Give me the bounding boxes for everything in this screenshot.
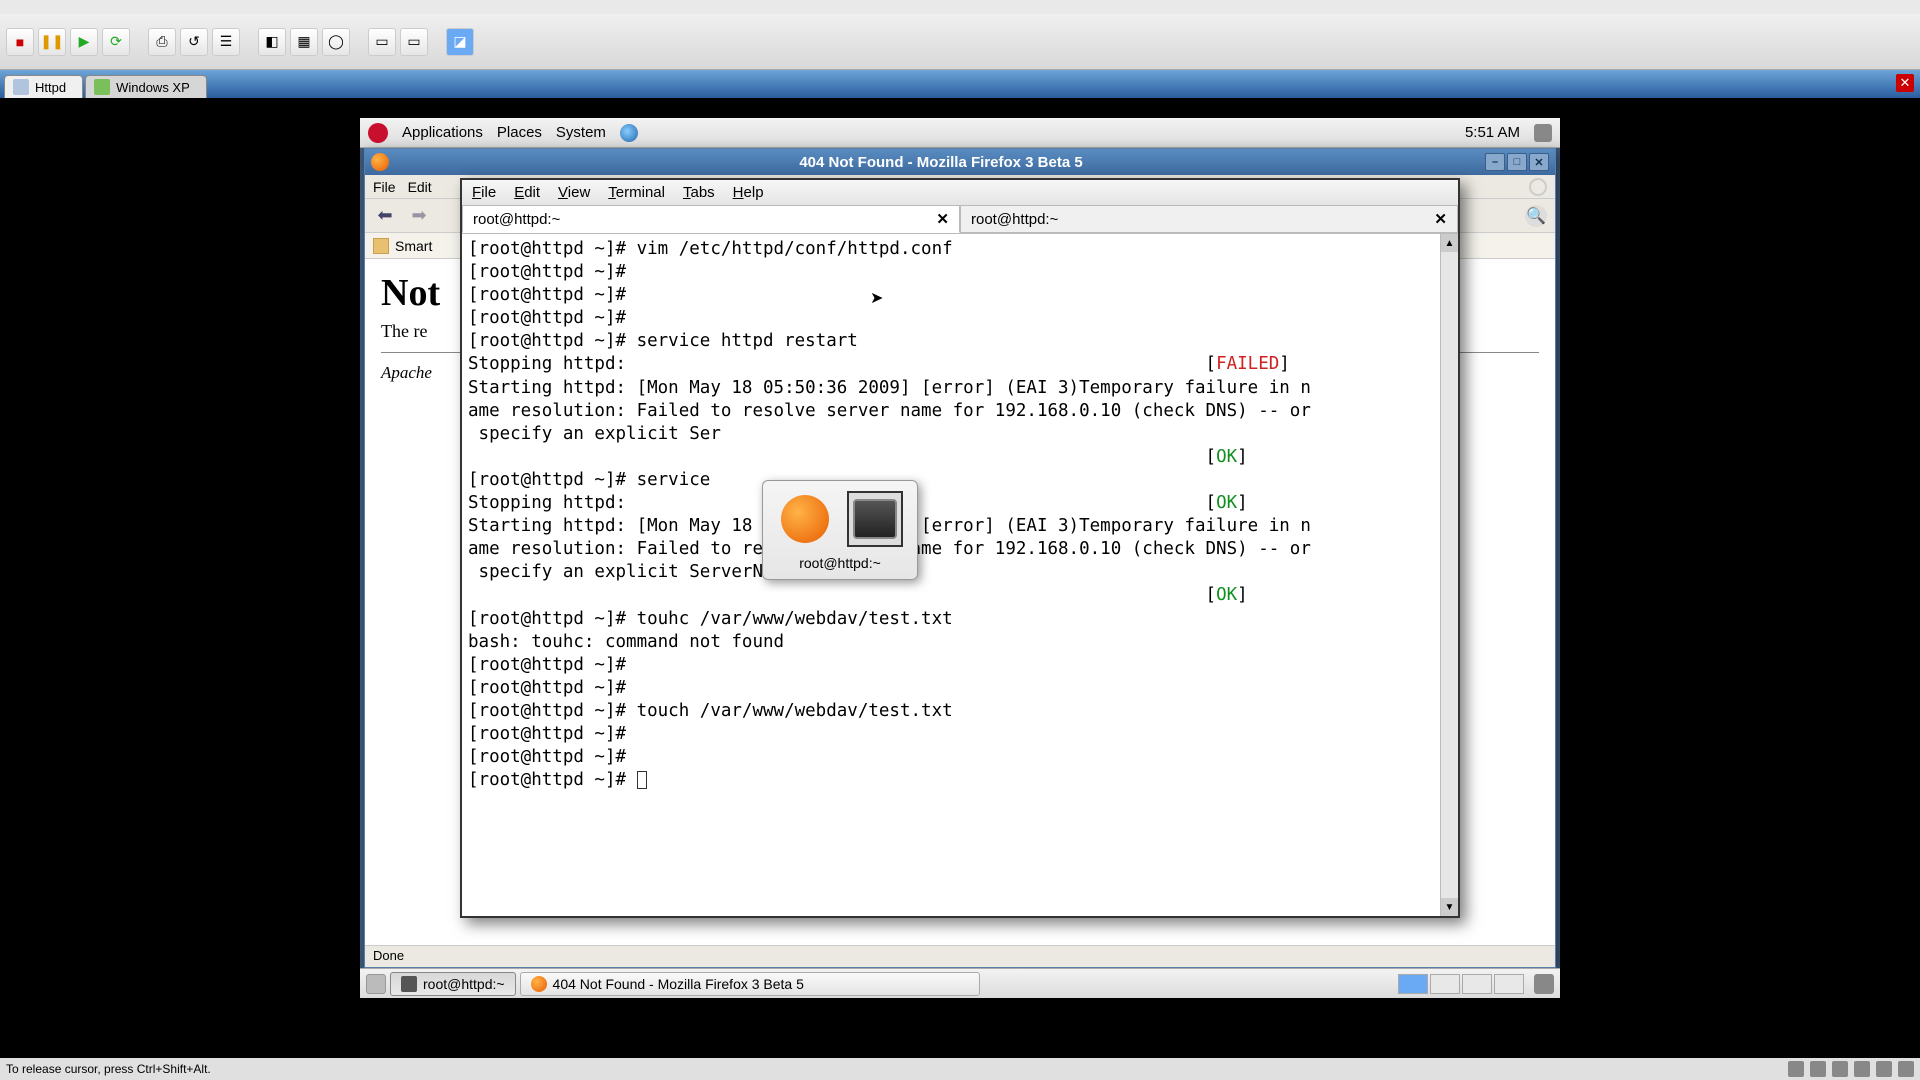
terminal-tabs: root@httpd:~ ✕ root@httpd:~ ✕ — [462, 206, 1458, 234]
device-icon[interactable] — [1898, 1061, 1914, 1077]
taskbar-label: 404 Not Found - Mozilla Firefox 3 Beta 5 — [553, 976, 804, 992]
maximize-button[interactable]: □ — [1507, 153, 1527, 171]
view1-icon[interactable]: ◧ — [258, 28, 286, 56]
ff-menu-edit[interactable]: Edit — [408, 179, 432, 195]
revert-icon[interactable]: ↺ — [180, 28, 208, 56]
close-button[interactable]: ✕ — [1529, 153, 1549, 171]
workspace-4[interactable] — [1494, 974, 1524, 994]
terminal-tab-1[interactable]: root@httpd:~ ✕ — [462, 206, 960, 233]
terminal-tab-label: root@httpd:~ — [473, 211, 560, 228]
terminal-tab-2[interactable]: root@httpd:~ ✕ — [960, 206, 1458, 233]
pause-icon[interactable]: ❚❚ — [38, 28, 66, 56]
trash-icon[interactable] — [1534, 974, 1554, 994]
workspace-1[interactable] — [1398, 974, 1428, 994]
firefox-statusbar: Done — [365, 945, 1555, 967]
firefox-icon — [371, 153, 389, 171]
browser-launcher-icon[interactable] — [620, 124, 638, 142]
minimize-button[interactable]: – — [1485, 153, 1505, 171]
term-menu-terminal[interactable]: Terminal — [608, 184, 665, 201]
search-icon[interactable]: 🔍 — [1525, 205, 1547, 227]
taskbar-label: root@httpd:~ — [423, 976, 505, 992]
terminal-scrollbar[interactable]: ▲ ▼ — [1440, 234, 1458, 916]
vm-tab-label: Httpd — [35, 80, 66, 95]
bookmark-smart[interactable]: Smart — [395, 238, 432, 254]
term-menu-tabs[interactable]: Tabs — [683, 184, 715, 201]
workspace-switcher[interactable] — [1398, 974, 1524, 994]
view3-icon[interactable]: ◯ — [322, 28, 350, 56]
stop-icon[interactable]: ■ — [6, 28, 34, 56]
ff-menu-file[interactable]: File — [373, 179, 396, 195]
unity-icon[interactable]: ◪ — [446, 28, 474, 56]
play-icon[interactable]: ▶ — [70, 28, 98, 56]
switcher-firefox[interactable] — [777, 491, 833, 547]
view2-icon[interactable]: ▦ — [290, 28, 318, 56]
close-icon[interactable]: ✕ — [1896, 74, 1914, 92]
terminal-tab-label: root@httpd:~ — [971, 211, 1058, 228]
show-desktop-icon[interactable] — [366, 974, 386, 994]
device-icon[interactable] — [1876, 1061, 1892, 1077]
firefox-icon — [781, 495, 829, 543]
taskbar-item-terminal[interactable]: root@httpd:~ — [390, 972, 516, 996]
device-icon[interactable] — [1832, 1061, 1848, 1077]
vm-tabs-bar: Httpd Windows XP ✕ — [0, 70, 1920, 98]
term-menu-file[interactable]: File — [472, 184, 496, 201]
view5-icon[interactable]: ▭ — [400, 28, 428, 56]
scroll-up-icon[interactable]: ▲ — [1441, 234, 1458, 252]
firefox-icon — [531, 976, 547, 992]
throbber-icon — [1529, 178, 1547, 196]
guest-desktop: Applications Places System 5:51 AM 404 N… — [360, 118, 1560, 998]
forward-button[interactable]: ➡ — [407, 204, 431, 228]
device-icon[interactable] — [1854, 1061, 1870, 1077]
vm-tab-label: Windows XP — [116, 80, 190, 95]
view4-icon[interactable]: ▭ — [368, 28, 396, 56]
term-menu-help[interactable]: Help — [733, 184, 764, 201]
vm-menubar[interactable] — [0, 0, 1920, 14]
device-icon[interactable] — [1810, 1061, 1826, 1077]
device-icon[interactable] — [1788, 1061, 1804, 1077]
gnome-panel-top[interactable]: Applications Places System 5:51 AM — [360, 118, 1560, 148]
vm-tab-httpd[interactable]: Httpd — [4, 75, 83, 98]
close-icon[interactable]: ✕ — [1434, 210, 1447, 228]
manage-icon[interactable]: ☰ — [212, 28, 240, 56]
vm-tab-icon — [13, 79, 29, 95]
menu-places[interactable]: Places — [497, 124, 542, 141]
terminal-icon — [401, 976, 417, 992]
volume-icon[interactable] — [1534, 124, 1552, 142]
snapshot-icon[interactable]: ⎙ — [148, 28, 176, 56]
workspace-2[interactable] — [1430, 974, 1460, 994]
terminal-window: File Edit View Terminal Tabs Help root@h… — [460, 178, 1460, 918]
vm-host-toolbar: ■ ❚❚ ▶ ⟳ ⎙ ↺ ☰ ◧ ▦ ◯ ▭ ▭ ◪ — [0, 14, 1920, 70]
menu-system[interactable]: System — [556, 124, 606, 141]
vm-status-bar: To release cursor, press Ctrl+Shift+Alt. — [0, 1058, 1920, 1080]
workspace-3[interactable] — [1462, 974, 1492, 994]
guest-display: Applications Places System 5:51 AM 404 N… — [0, 98, 1920, 1058]
terminal-icon — [853, 499, 897, 539]
status-hint: To release cursor, press Ctrl+Shift+Alt. — [6, 1062, 211, 1076]
redhat-icon — [368, 123, 388, 143]
switcher-label: root@httpd:~ — [799, 555, 881, 571]
term-menu-edit[interactable]: Edit — [514, 184, 540, 201]
terminal-menubar[interactable]: File Edit View Terminal Tabs Help — [462, 180, 1458, 206]
back-button[interactable]: ⬅ — [373, 204, 397, 228]
folder-icon — [373, 238, 389, 254]
terminal-output[interactable]: [root@httpd ~]# vim /etc/httpd/conf/http… — [462, 234, 1440, 916]
switcher-terminal[interactable] — [847, 491, 903, 547]
menu-applications[interactable]: Applications — [402, 124, 483, 141]
firefox-title: 404 Not Found - Mozilla Firefox 3 Beta 5 — [397, 154, 1485, 171]
close-icon[interactable]: ✕ — [936, 210, 949, 228]
status-text: Done — [373, 948, 404, 963]
term-menu-view[interactable]: View — [558, 184, 590, 201]
scroll-down-icon[interactable]: ▼ — [1441, 898, 1458, 916]
vm-tab-icon — [94, 79, 110, 95]
gnome-panel-bottom[interactable]: root@httpd:~ 404 Not Found - Mozilla Fir… — [360, 968, 1560, 998]
taskbar-item-firefox[interactable]: 404 Not Found - Mozilla Firefox 3 Beta 5 — [520, 972, 980, 996]
vm-tab-winxp[interactable]: Windows XP — [85, 75, 207, 98]
restart-icon[interactable]: ⟳ — [102, 28, 130, 56]
clock[interactable]: 5:51 AM — [1465, 124, 1520, 141]
firefox-titlebar[interactable]: 404 Not Found - Mozilla Firefox 3 Beta 5… — [365, 149, 1555, 175]
window-switcher: root@httpd:~ — [762, 480, 918, 580]
